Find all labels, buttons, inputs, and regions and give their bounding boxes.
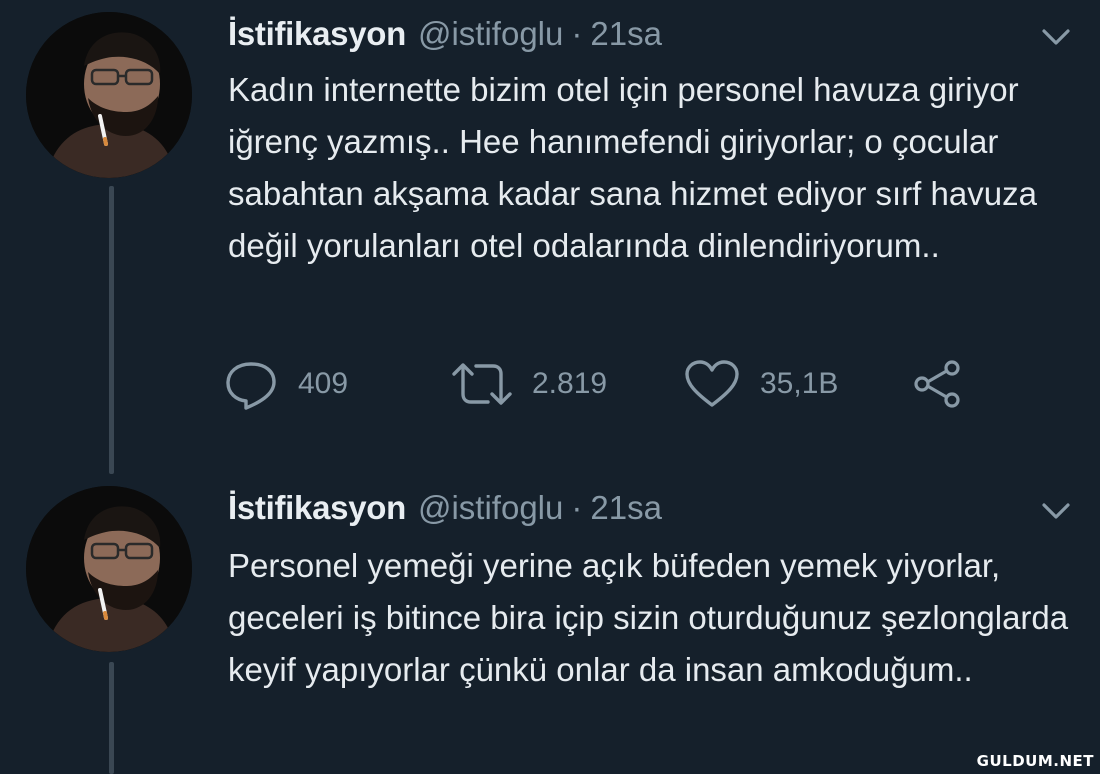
like-count: 35,1B (760, 367, 839, 400)
tweet-text: Personel yemeği yerine açık büfeden yeme… (228, 547, 1069, 688)
avatar[interactable] (26, 12, 192, 178)
retweet-icon (452, 363, 512, 405)
tweet-text: Kadın internette bizim otel için persone… (228, 71, 1037, 264)
thread-line-top (109, 186, 114, 474)
tweet-header: İstifikasyon @istifoglu · 21sa (228, 486, 662, 530)
author-handle[interactable]: @istifoglu (418, 489, 563, 527)
reply-icon (226, 362, 276, 410)
avatar-image (26, 486, 192, 652)
chevron-down-icon (1042, 29, 1070, 45)
tweet-timestamp[interactable]: 21sa (590, 489, 662, 527)
avatar-image (26, 12, 192, 178)
tweet-actions: 409 2.819 35,1B (222, 356, 982, 412)
author-name[interactable]: İstifikasyon (228, 489, 406, 527)
chevron-down-icon (1042, 503, 1070, 519)
tweet-menu-button[interactable] (1036, 22, 1076, 52)
share-button[interactable] (910, 356, 966, 412)
tweet-timestamp[interactable]: 21sa (590, 15, 662, 53)
like-button[interactable]: 35,1B (682, 356, 838, 412)
reply-button[interactable]: 409 (222, 356, 348, 412)
author-handle[interactable]: @istifoglu (418, 15, 563, 53)
retweet-count: 2.819 (532, 367, 608, 400)
retweet-button[interactable]: 2.819 (450, 356, 607, 412)
share-icon (914, 360, 960, 408)
avatar[interactable] (26, 486, 192, 652)
heart-icon (685, 360, 739, 407)
separator-dot: · (571, 15, 583, 52)
reply-count: 409 (298, 367, 349, 400)
separator-dot: · (571, 489, 583, 526)
watermark: GULDUM.NET (976, 752, 1094, 770)
author-name[interactable]: İstifikasyon (228, 15, 406, 53)
thread-line-bottom (109, 662, 114, 774)
tweet-menu-button[interactable] (1036, 496, 1076, 526)
tweet-header: İstifikasyon @istifoglu · 21sa (228, 12, 662, 56)
